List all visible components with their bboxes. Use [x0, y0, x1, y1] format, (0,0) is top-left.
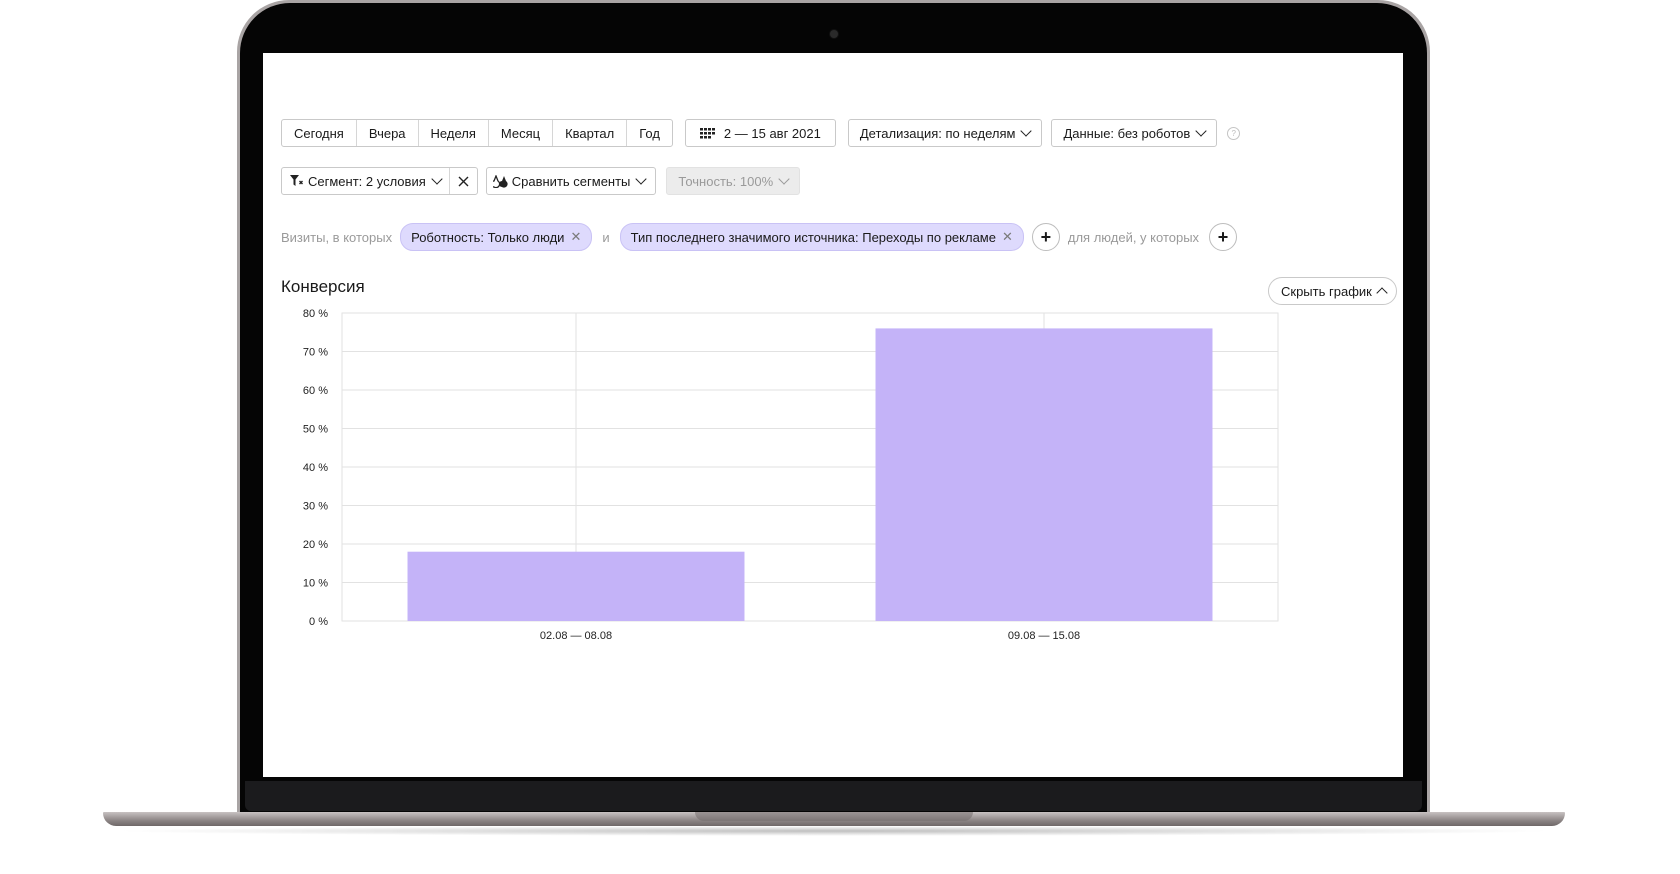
accuracy-label: Точность: 100% — [678, 173, 774, 189]
laptop-chin — [245, 781, 1422, 811]
period-toolbar: Сегодня Вчера Неделя Месяц Квартал Год 2… — [281, 119, 1241, 147]
detail-label: Детализация: по неделям — [859, 125, 1016, 141]
metrica-screen: Сегодня Вчера Неделя Месяц Квартал Год 2… — [263, 53, 1403, 777]
camera-dot — [830, 30, 838, 38]
segment-label: Сегмент: 2 условия — [308, 173, 426, 189]
period-quarter-button[interactable]: Квартал — [553, 120, 628, 146]
hide-chart-label: Скрыть график — [1281, 283, 1372, 299]
y-tick-label: 20 % — [303, 539, 328, 551]
bar — [407, 551, 745, 621]
close-icon[interactable]: ✕ — [570, 229, 581, 245]
segment-clear-button[interactable] — [450, 168, 477, 194]
x-tick-label: 02.08 — 08.08 — [540, 630, 612, 642]
segment-toolbar: Сегмент: 2 условия Сравнить сегменты Точ… — [281, 167, 801, 195]
data-label: Данные: без роботов — [1063, 125, 1191, 141]
period-month-button[interactable]: Месяц — [489, 120, 554, 146]
report-title: Конверсия — [281, 277, 365, 296]
filter-chip-label: Тип последнего значимого источника: Пере… — [630, 229, 996, 245]
segment-group: Сегмент: 2 условия — [281, 167, 478, 195]
filter-conditions: Визиты, в которых Роботность: Только люд… — [281, 223, 1238, 251]
y-tick-label: 30 % — [303, 501, 328, 513]
bar — [875, 328, 1213, 621]
chevron-down-icon — [1020, 125, 1033, 137]
date-range-label: 2 — 15 авг 2021 — [723, 125, 821, 141]
segment-dropdown[interactable]: Сегмент: 2 условия — [282, 168, 450, 194]
compare-segments-dropdown[interactable]: Сравнить сегменты — [485, 167, 657, 195]
y-tick-label: 10 % — [303, 578, 328, 590]
compare-label: Сравнить сегменты — [511, 173, 631, 189]
chevron-up-icon — [1376, 287, 1388, 299]
conversion-chart: 0 % 10 % 20 % 30 % 40 % 50 % 60 % 70 % 80 % 02.08… — [303, 308, 1279, 642]
add-visit-condition-button[interactable]: + — [1031, 223, 1060, 251]
chevron-down-icon — [1195, 125, 1207, 137]
filter-chip-robots[interactable]: Роботность: Только люди ✕ — [400, 223, 593, 251]
visits-prefix: Визиты, в которых — [281, 229, 393, 245]
chevron-down-icon — [431, 173, 443, 185]
period-year-button[interactable]: Год — [627, 120, 672, 146]
detail-dropdown[interactable]: Детализация: по неделям — [847, 119, 1043, 147]
data-dropdown[interactable]: Данные: без роботов — [1051, 119, 1218, 147]
plus-icon: + — [1040, 226, 1052, 247]
y-tick-label: 80 % — [303, 308, 328, 320]
y-tick-label: 60 % — [303, 385, 328, 397]
close-icon[interactable]: ✕ — [1002, 229, 1013, 245]
period-yesterday-button[interactable]: Вчера — [357, 120, 419, 146]
period-week-button[interactable]: Неделя — [419, 120, 489, 146]
people-label: для людей, у которых — [1067, 229, 1200, 245]
and-label: и — [602, 229, 610, 245]
accuracy-dropdown[interactable]: Точность: 100% — [666, 167, 801, 195]
x-tick-label: 09.08 — 15.08 — [1008, 630, 1080, 642]
add-people-condition-button[interactable]: + — [1209, 223, 1238, 251]
compare-icon — [492, 174, 508, 188]
plus-icon: + — [1217, 226, 1229, 247]
close-icon — [458, 176, 469, 186]
calendar-icon — [699, 127, 715, 138]
period-today-button[interactable]: Сегодня — [282, 120, 357, 146]
filter-chip-source[interactable]: Тип последнего значимого источника: Пере… — [619, 223, 1024, 251]
laptop-shadow — [110, 826, 1558, 836]
period-buttons: Сегодня Вчера Неделя Месяц Квартал Год — [281, 119, 673, 147]
chevron-down-icon — [635, 173, 648, 185]
date-range-button[interactable]: 2 — 15 авг 2021 — [684, 119, 836, 147]
y-tick-label: 70 % — [303, 347, 328, 359]
y-tick-label: 40 % — [303, 462, 328, 474]
hide-chart-button[interactable]: Скрыть график — [1268, 277, 1397, 305]
y-tick-label: 50 % — [303, 424, 328, 436]
help-icon[interactable]: ? — [1227, 126, 1241, 140]
laptop-notch — [695, 812, 973, 821]
chevron-down-icon — [778, 173, 790, 185]
filter-chip-label: Роботность: Только люди — [411, 229, 565, 245]
y-tick-label: 0 % — [309, 616, 328, 628]
filter-icon — [290, 175, 303, 186]
